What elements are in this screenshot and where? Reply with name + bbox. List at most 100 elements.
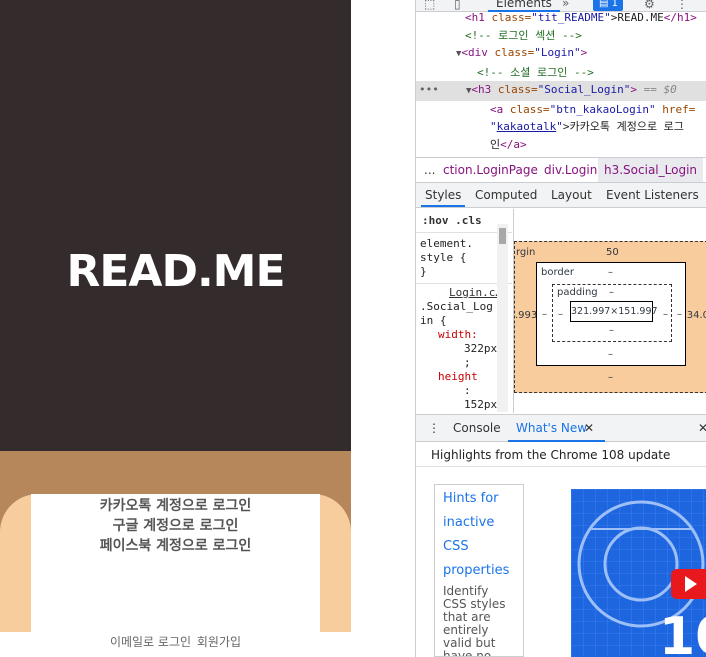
close-drawer-icon[interactable]: ✕: [698, 415, 706, 441]
email-login-link[interactable]: 이메일로 로그인: [110, 635, 191, 649]
prop-value[interactable]: 152px: [420, 398, 508, 412]
prop-value: :: [464, 384, 471, 397]
dom-tag: <div: [461, 46, 488, 59]
dom-val: "Social_Login": [537, 83, 631, 96]
dom-tag: <h1: [465, 11, 485, 24]
dom-href-link[interactable]: kakaotalk: [497, 120, 557, 133]
card-title-line[interactable]: CSS: [443, 535, 515, 559]
dom-attr: href=: [662, 102, 696, 116]
tab-whats-new[interactable]: What's New: [507, 415, 606, 442]
svg-text:10: 10: [659, 607, 706, 657]
styles-pane: :hov .cls element. style { } Login.c… .S…: [416, 209, 512, 413]
box-model: rgin 50 .993 34.0 – border – – – – paddi…: [513, 209, 706, 413]
dom-ellipsis-icon[interactable]: •••: [419, 81, 439, 99]
rule-selector: element.: [420, 237, 473, 250]
padding-top-value[interactable]: –: [609, 287, 614, 298]
padding-bottom-value[interactable]: –: [609, 325, 614, 336]
dom-attr: class=: [509, 102, 550, 116]
card-title-line[interactable]: Hints for: [443, 487, 515, 511]
breadcrumb-item[interactable]: ction.LoginPage: [443, 158, 538, 182]
breadcrumb-item[interactable]: div.Login: [544, 158, 597, 182]
border-bottom-value[interactable]: –: [608, 349, 613, 360]
margin-bottom-value[interactable]: –: [608, 372, 613, 383]
content-box[interactable]: 321.997×151.997: [570, 301, 658, 322]
dom-tag: >: [580, 46, 588, 59]
prop-name[interactable]: height: [420, 370, 508, 384]
border-label: border: [541, 267, 575, 278]
dom-val: ": [490, 120, 497, 133]
margin-right-value[interactable]: 34.0: [687, 310, 706, 321]
dom-attr: class=: [494, 46, 535, 59]
close-tab-icon[interactable]: ✕: [584, 415, 594, 441]
hero-section: READ.ME: [0, 0, 351, 451]
prop-value: ;: [464, 356, 471, 369]
dom-line-a-cont[interactable]: "kakaotalk">카카오톡 계정으로 로그: [416, 118, 706, 136]
drawer-menu-icon[interactable]: ⋮: [428, 415, 440, 441]
padding-label: padding: [557, 287, 598, 298]
dom-selected-marker: == $0: [643, 83, 677, 96]
margin-box[interactable]: rgin 50 .993 34.0 – border – – – – paddi…: [514, 241, 706, 393]
breadcrumb: ... ction.LoginPage div.Login h3.Social_…: [416, 157, 706, 183]
issues-count: 1: [611, 0, 619, 9]
dom-line-a[interactable]: <a class="btn_kakaoLogin" href=: [416, 101, 706, 119]
margin-left-value[interactable]: .993: [515, 310, 537, 321]
drawer-tabs: ⋮ Console What's New ✕ ✕: [416, 414, 706, 442]
border-top-value[interactable]: –: [608, 267, 613, 278]
tab-styles[interactable]: Styles: [420, 183, 466, 207]
dom-text: >카카오톡 계정으로 로그: [562, 120, 684, 133]
prop-value[interactable]: 322px: [420, 342, 508, 356]
prop-name-text: height: [438, 370, 478, 383]
margin-label: rgin: [516, 247, 536, 258]
dom-attr: class=: [497, 83, 538, 96]
scrollbar-thumb[interactable]: [499, 228, 506, 244]
dom-line-a-end[interactable]: 인</a>: [416, 136, 706, 154]
dom-tag: </h1>: [663, 11, 697, 24]
rule-source-link[interactable]: Login.c…: [420, 286, 508, 300]
card-title-line[interactable]: inactive: [443, 511, 515, 535]
prop-name-text: width: [438, 328, 472, 341]
dom-attr: class=: [491, 11, 532, 24]
social-login: 카카오톡 계정으로 로그인 구글 계정으로 로그인 페이스북 계정으로 로그인: [31, 494, 320, 632]
devtools-panel: ⬚ ▯ Elements » ▤ 1 ⚙ ⋮ <h1 class="tit_RE…: [415, 0, 706, 657]
facebook-login-link[interactable]: 페이스북 계정으로 로그인: [31, 536, 320, 556]
border-right-value[interactable]: –: [677, 309, 682, 320]
video-thumbnail[interactable]: 10: [571, 489, 706, 657]
padding-left-value[interactable]: –: [558, 309, 563, 320]
tab-computed[interactable]: Computed: [475, 183, 537, 207]
breadcrumb-ellipsis[interactable]: ...: [424, 158, 435, 182]
styles-scrollbar[interactable]: [497, 224, 508, 412]
page-preview: READ.ME 카카오톡 계정으로 로그인 구글 계정으로 로그인 페이스북 계…: [0, 0, 351, 657]
dom-val: "Login": [534, 46, 581, 59]
dom-line-comment[interactable]: <!-- 소셜 로그인 -->: [416, 64, 706, 82]
padding-box[interactable]: padding – – – – 321.997×151.997: [552, 284, 672, 342]
dom-tag: <a: [490, 102, 504, 116]
dom-val: "btn_kakaoLogin": [549, 102, 656, 116]
signup-link[interactable]: 회원가입: [197, 635, 241, 649]
dom-text: >READ.ME: [610, 11, 664, 24]
breadcrumb-item-active[interactable]: h3.Social_Login: [598, 158, 704, 182]
prop-name[interactable]: width:: [420, 328, 508, 342]
dom-line-div[interactable]: ▼<div class="Login">: [416, 44, 706, 64]
dom-text: 인: [490, 137, 501, 151]
border-box[interactable]: border – – – – padding – – – – 321.997×1…: [536, 262, 686, 366]
google-login-link[interactable]: 구글 계정으로 로그인: [31, 516, 320, 536]
styles-subtabs: Styles Computed Layout Event Listeners: [416, 183, 706, 208]
dom-line-comment[interactable]: <!-- 로그인 섹션 -->: [416, 27, 706, 45]
tab-console[interactable]: Console: [453, 415, 501, 441]
rule-selector: .Social_Log: [420, 300, 493, 313]
kakao-login-link[interactable]: 카카오톡 계정으로 로그인: [31, 496, 320, 516]
dom-line-h3-selected[interactable]: ••• ▼<h3 class="Social_Login"> == $0: [416, 81, 706, 101]
tab-event-listeners[interactable]: Event Listeners: [606, 183, 699, 207]
dom-line-h1[interactable]: <h1 class="tit_README">READ.ME</h1>: [416, 9, 706, 27]
card-title-line[interactable]: properties: [443, 559, 515, 583]
margin-top-value[interactable]: 50: [606, 247, 619, 258]
padding-right-value[interactable]: –: [663, 309, 668, 320]
dom-val: "tit_README": [531, 11, 611, 24]
whats-new-card[interactable]: Hints for inactive CSS properties Identi…: [434, 484, 524, 657]
chrome-logo-graphic: 10: [571, 489, 706, 657]
dom-tag: <h3: [471, 83, 492, 96]
rule-selector: style {: [420, 251, 467, 264]
bottom-links: 이메일로 로그인 회원가입: [0, 632, 351, 657]
border-left-value[interactable]: –: [542, 309, 547, 320]
tab-layout[interactable]: Layout: [551, 183, 592, 207]
